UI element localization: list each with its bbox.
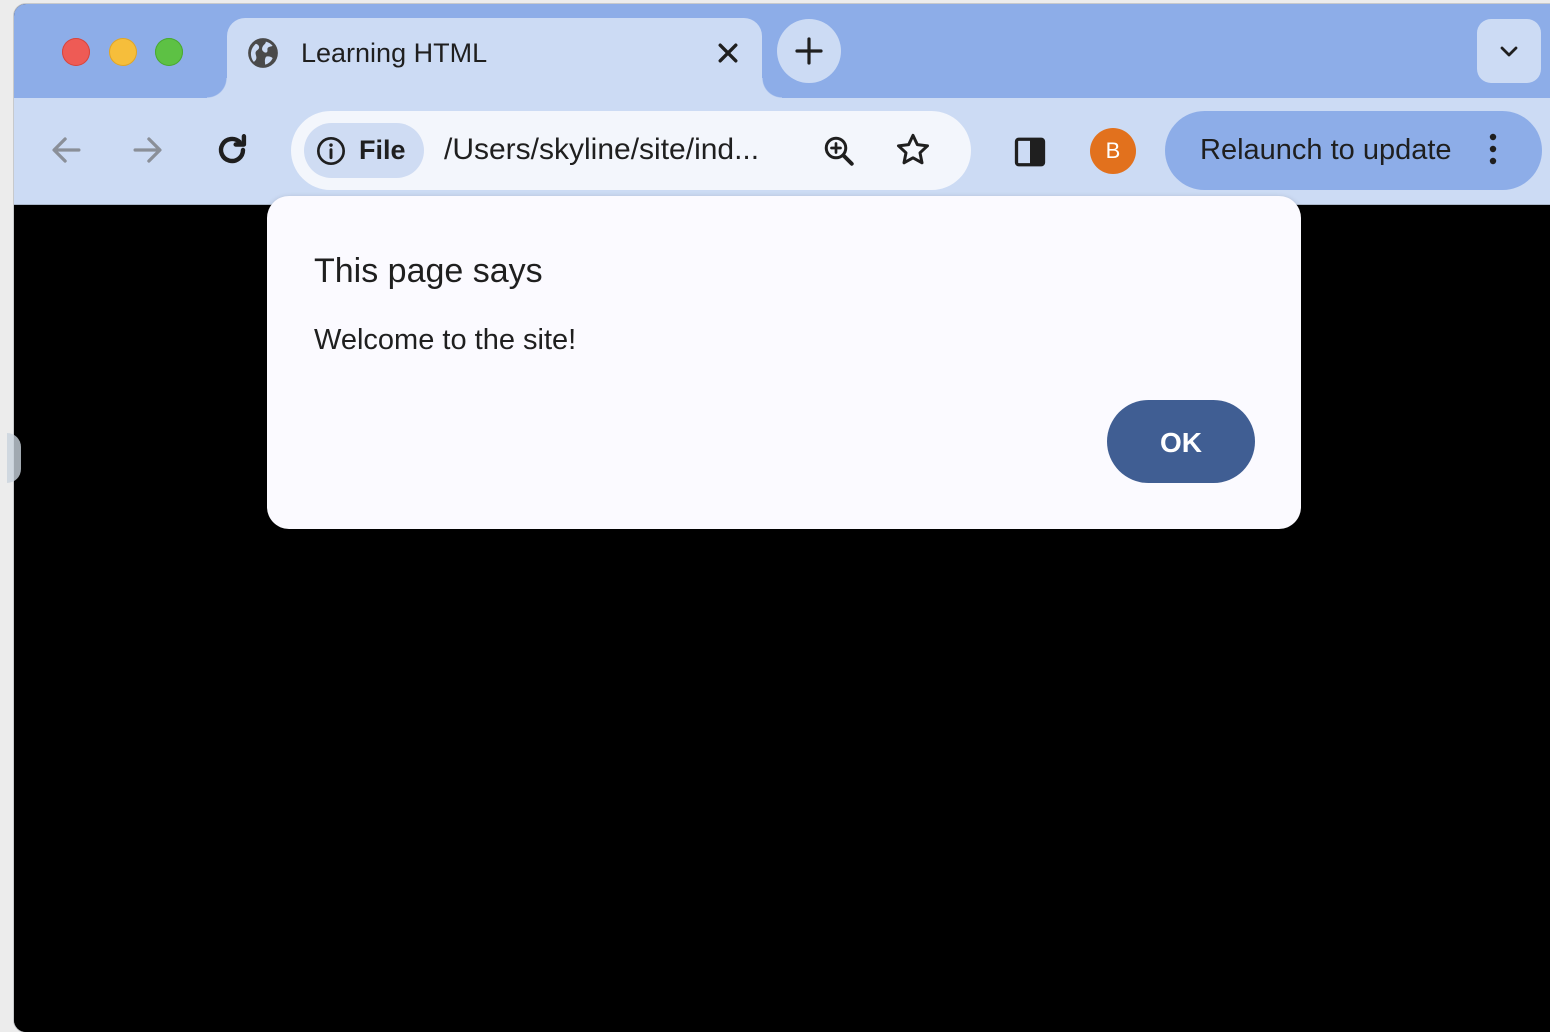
tab-strip: Learning HTML <box>14 4 1550 102</box>
address-bar[interactable]: File /Users/skyline/site/ind... <box>291 111 971 190</box>
info-icon <box>317 137 345 165</box>
forward-arrow-icon[interactable] <box>126 128 170 172</box>
edge-handle <box>7 433 21 483</box>
relaunch-to-update-button[interactable]: Relaunch to update <box>1165 111 1542 190</box>
profile-avatar[interactable]: B <box>1090 128 1136 174</box>
dialog-title: This page says <box>314 252 543 290</box>
side-panel-icon[interactable] <box>1012 134 1048 170</box>
zoom-icon[interactable] <box>821 133 857 169</box>
close-tab-icon[interactable] <box>711 36 745 70</box>
url-text[interactable]: /Users/skyline/site/ind... <box>444 132 759 168</box>
tab-title: Learning HTML <box>301 38 488 68</box>
relaunch-label: Relaunch to update <box>1200 134 1452 166</box>
bookmark-star-icon[interactable] <box>893 130 933 170</box>
chevron-down-icon <box>1500 46 1518 57</box>
tab-search-button[interactable] <box>1477 19 1541 83</box>
maximize-window-button[interactable] <box>155 38 183 66</box>
ok-button[interactable]: OK <box>1107 400 1255 483</box>
close-window-button[interactable] <box>62 38 90 66</box>
alert-dialog: This page says Welcome to the site! OK <box>267 196 1301 529</box>
site-info-chip[interactable]: File <box>304 123 424 178</box>
new-tab-button[interactable] <box>777 19 841 83</box>
minimize-window-button[interactable] <box>109 38 137 66</box>
toolbar: File /Users/skyline/site/ind... B Relaun… <box>14 98 1550 205</box>
tab-active[interactable]: Learning HTML <box>207 18 782 102</box>
reload-icon[interactable] <box>210 128 254 172</box>
more-menu-icon[interactable] <box>1487 131 1499 167</box>
globe-icon <box>248 38 278 68</box>
plus-icon <box>795 37 823 65</box>
dialog-message: Welcome to the site! <box>314 324 577 356</box>
back-arrow-icon[interactable] <box>44 128 88 172</box>
site-info-label: File <box>359 135 406 165</box>
